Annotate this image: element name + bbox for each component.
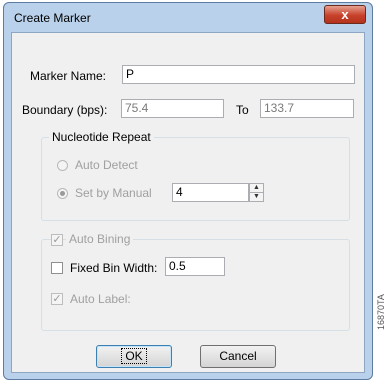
set-by-manual-label: Set by Manual bbox=[75, 186, 152, 200]
auto-label-checkbox[interactable]: ✓ bbox=[51, 293, 63, 305]
marker-name-input[interactable]: P bbox=[122, 65, 355, 84]
ok-button[interactable]: OK bbox=[96, 345, 172, 368]
fixed-bin-width-input[interactable]: 0.5 bbox=[165, 257, 225, 276]
boundary-from-input[interactable]: 75.4 bbox=[121, 99, 224, 118]
auto-bining-checkbox[interactable]: ✓ bbox=[51, 234, 63, 246]
spin-down-icon[interactable]: ▼ bbox=[250, 192, 263, 201]
ok-button-label: OK bbox=[121, 348, 147, 364]
manual-repeat-input[interactable]: 4 bbox=[172, 183, 249, 202]
dialog-body: Marker Name: P Boundary (bps): 75.4 To 1… bbox=[11, 32, 365, 373]
fixed-bin-width-checkbox[interactable] bbox=[51, 262, 63, 274]
create-marker-dialog: Create Marker x Marker Name: P Boundary … bbox=[3, 2, 373, 380]
marker-name-label: Marker Name: bbox=[30, 69, 107, 83]
set-by-manual-radio[interactable] bbox=[57, 188, 68, 199]
cancel-button[interactable]: Cancel bbox=[200, 345, 276, 368]
manual-repeat-spinner[interactable]: ▲ ▼ bbox=[249, 183, 264, 202]
close-icon: x bbox=[341, 7, 349, 22]
auto-label-label: Auto Label: bbox=[70, 292, 131, 306]
nucleotide-repeat-group: Nucleotide Repeat Auto Detect Set by Man… bbox=[41, 130, 350, 221]
boundary-to-label: To bbox=[236, 103, 249, 117]
auto-detect-label: Auto Detect bbox=[75, 158, 138, 172]
auto-bining-label: Auto Bining bbox=[66, 232, 134, 246]
fixed-bin-width-label: Fixed Bin Width: bbox=[70, 261, 158, 275]
figure-code: 16870TA bbox=[376, 294, 386, 330]
title-bar: Create Marker x bbox=[4, 3, 372, 31]
binning-group: ✓ Auto Bining Fixed Bin Width: 0.5 ✓ Aut… bbox=[41, 232, 350, 331]
auto-detect-radio[interactable] bbox=[57, 160, 68, 171]
boundary-to-input[interactable]: 133.7 bbox=[260, 99, 354, 118]
window-title: Create Marker bbox=[14, 11, 91, 25]
spin-up-icon[interactable]: ▲ bbox=[250, 184, 263, 192]
boundary-label: Boundary (bps): bbox=[22, 103, 108, 117]
close-button[interactable]: x bbox=[324, 5, 366, 24]
nucleotide-repeat-title: Nucleotide Repeat bbox=[49, 130, 154, 144]
